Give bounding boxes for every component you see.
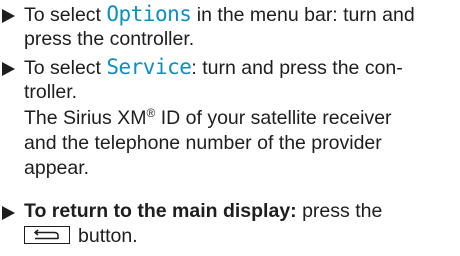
step-text: button. (78, 225, 138, 247)
step-text: The Sirius XM (24, 107, 147, 129)
step-text: To select (24, 57, 107, 79)
step-line: troller. (24, 79, 77, 105)
step-text: To select (24, 4, 107, 26)
step-text: press the controller. (24, 28, 195, 50)
bullet-arrow-icon (2, 62, 15, 76)
bullet-arrow-icon (2, 206, 15, 220)
back-arrow-icon (34, 229, 59, 240)
menu-term-service: Service (106, 55, 192, 79)
step-line: and the telephone number of the provider (24, 130, 382, 156)
step-text: appear. (24, 157, 90, 179)
step-line: To select Options in the menu bar: turn … (24, 1, 415, 27)
menu-term-options: Options (106, 2, 192, 26)
step-select-service: To select Service: turn and press the co… (0, 55, 460, 188)
step-line: button. (24, 223, 138, 249)
step-text: in the menu bar: turn and (191, 4, 415, 26)
step-return-main-display: To return to the main display: press the… (0, 200, 460, 256)
step-line: press the controller. (24, 26, 194, 52)
step-text: ID of your satellite receiver (155, 107, 392, 129)
step-heading: To return to the main display: (24, 200, 297, 222)
step-line: appear. (24, 155, 89, 181)
step-text: : turn and press the con- (191, 57, 403, 79)
step-text: press the (296, 200, 383, 222)
back-button-key (24, 226, 70, 244)
step-line: To return to the main display: press the (24, 198, 382, 224)
step-select-options: To select Options in the menu bar: turn … (0, 2, 460, 59)
step-text: and the telephone number of the provider (24, 132, 382, 154)
instruction-document: To select Options in the menu bar: turn … (0, 0, 460, 256)
step-text: troller. (24, 81, 78, 103)
step-line: The Sirius XM® ID of your satellite rece… (24, 105, 392, 131)
registered-mark: ® (146, 106, 156, 120)
bullet-arrow-icon (2, 9, 15, 23)
step-line: To select Service: turn and press the co… (24, 54, 403, 80)
